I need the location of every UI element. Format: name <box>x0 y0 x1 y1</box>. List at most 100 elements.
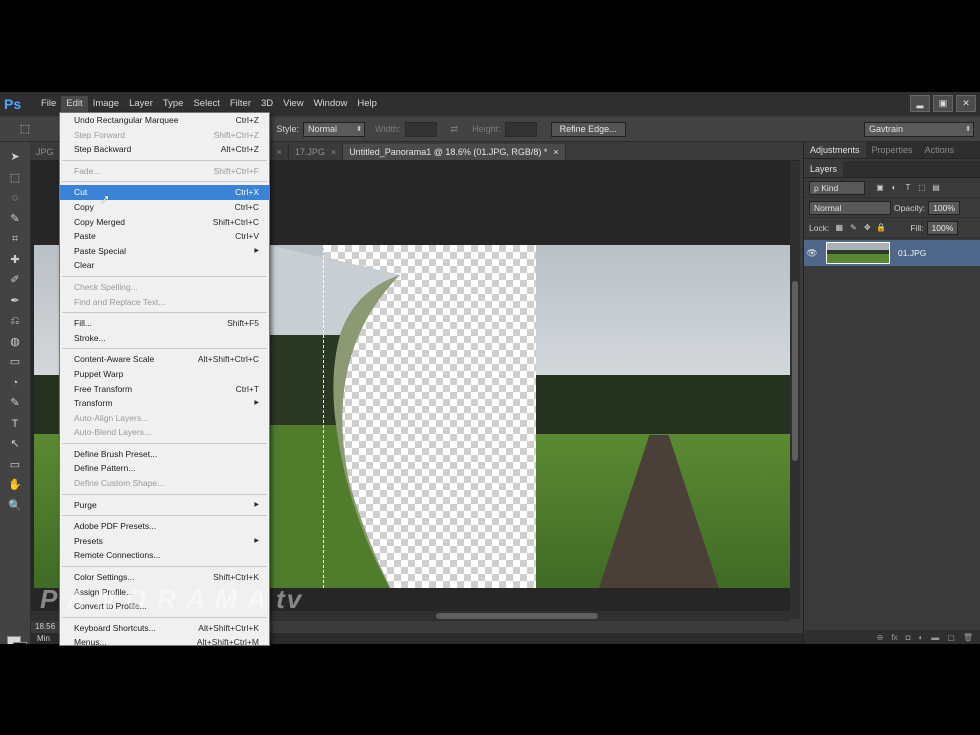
menu-item-content-aware-scale[interactable]: Content-Aware Scale Alt+Shift+Ctrl+C <box>60 352 269 367</box>
menu-item-undo-rectangular-marquee[interactable]: Undo Rectangular Marquee Ctrl+Z <box>60 113 269 128</box>
menu-item-keyboard-shortcuts[interactable]: Keyboard Shortcuts... Alt+Shift+Ctrl+K <box>60 621 269 636</box>
opacity-input[interactable]: 100% <box>928 200 960 215</box>
refine-edge-button[interactable]: Refine Edge... <box>550 121 626 137</box>
swap-icon[interactable]: ⇄ <box>451 124 459 135</box>
crop-tool-icon[interactable]: ⌗ <box>8 232 22 246</box>
tab-close-icon[interactable]: × <box>331 147 336 157</box>
blur-tool-icon[interactable]: ✎ <box>8 396 22 410</box>
smart-object-filter-icon[interactable]: ▤ <box>931 183 941 193</box>
gradient-tool-icon[interactable]: ◔ <box>8 376 22 390</box>
zoom-readout[interactable]: 18.56 <box>35 622 55 631</box>
menu-item-clear[interactable]: Clear <box>60 258 269 273</box>
eye-icon[interactable]: 👁 <box>804 248 820 259</box>
new-layer-icon[interactable]: ▢ <box>947 633 955 642</box>
path-selection-tool-icon[interactable]: ✋ <box>8 478 22 492</box>
adjustment-filter-icon[interactable]: ◐ <box>889 183 899 193</box>
group-icon[interactable]: ▬ <box>931 633 939 642</box>
menu-help[interactable]: Help <box>352 96 382 112</box>
layer-row[interactable]: 👁 01.JPG <box>804 240 980 266</box>
menu-item-paste-special[interactable]: Paste Special ▶ <box>60 244 269 259</box>
menu-select[interactable]: Select <box>188 96 224 112</box>
lock-pixels-icon[interactable]: ✎ <box>848 223 858 233</box>
menu-item-menus[interactable]: Menus... Alt+Shift+Ctrl+M <box>60 635 269 645</box>
menu-view[interactable]: View <box>278 96 308 112</box>
tab-close-icon[interactable]: × <box>553 147 558 157</box>
doc-tab[interactable]: 17.JPG × <box>289 144 344 160</box>
menu-item-step-backward[interactable]: Step Backward Alt+Ctrl+Z <box>60 142 269 157</box>
menu-item-cut[interactable]: Cut Ctrl+X <box>60 185 269 200</box>
vertical-scroll-thumb[interactable] <box>792 281 798 461</box>
menu-item-define-brush-preset[interactable]: Define Brush Preset... <box>60 447 269 462</box>
doc-tab[interactable]: Untitled_Panorama1 @ 18.6% (01.JPG, RGB/… <box>343 144 566 160</box>
tab-properties[interactable]: Properties <box>866 142 919 158</box>
horizontal-scroll-thumb[interactable] <box>436 613 598 619</box>
move-tool-icon[interactable]: ➤ <box>8 150 22 164</box>
brush-tool-icon[interactable]: ✒ <box>8 294 22 308</box>
menu-type[interactable]: Type <box>158 96 189 112</box>
pen-tool-icon[interactable]: ↖ <box>8 437 22 451</box>
menu-file[interactable]: File <box>36 96 61 112</box>
menu-edit[interactable]: Edit <box>61 96 88 112</box>
menu-item-presets[interactable]: Presets ▶ <box>60 534 269 549</box>
lasso-tool-icon[interactable]: ◌ <box>8 191 22 205</box>
tab-actions[interactable]: Actions <box>919 142 961 158</box>
menu-item-copy[interactable]: Copy Ctrl+C <box>60 200 269 215</box>
menu-item-shortcut: Alt+Shift+Ctrl+C <box>197 354 259 365</box>
kind-filter-select[interactable]: ρ Kind <box>809 180 865 195</box>
menu-image[interactable]: Image <box>88 96 124 112</box>
eraser-tool-icon[interactable]: ▭ <box>8 355 22 369</box>
history-brush-tool-icon[interactable]: ◍ <box>8 335 22 349</box>
menu-item-transform[interactable]: Transform ▶ <box>60 396 269 411</box>
rectangle-tool-icon[interactable]: 🔍 <box>8 499 22 513</box>
menu-item-fill[interactable]: Fill... Shift+F5 <box>60 316 269 331</box>
fill-input[interactable]: 100% <box>926 220 959 235</box>
menu-item-puppet-warp[interactable]: Puppet Warp <box>60 367 269 382</box>
menu-filter[interactable]: Filter <box>225 96 256 112</box>
menu-layer[interactable]: Layer <box>124 96 158 112</box>
menu-item-define-pattern[interactable]: Define Pattern... <box>60 461 269 476</box>
type-tool-icon[interactable]: ▭ <box>8 458 22 472</box>
pixel-filter-icon[interactable]: ▣ <box>875 183 885 193</box>
workspace-select[interactable]: Gavtrain <box>864 122 974 137</box>
menu-window[interactable]: Window <box>309 96 353 112</box>
type-filter-icon[interactable]: T <box>903 183 913 193</box>
layers-panel-footer: ⊖ fx ◘ ◐ ▬ ▢ 🗑 <box>804 630 980 644</box>
menu-item-color-settings[interactable]: Color Settings... Shift+Ctrl+K <box>60 570 269 585</box>
fx-icon[interactable]: fx <box>891 633 897 642</box>
height-input[interactable] <box>504 121 537 137</box>
trash-icon[interactable]: 🗑 <box>963 633 973 642</box>
dodge-tool-icon[interactable]: T <box>8 417 22 431</box>
menu-item-adobe-pdf-presets[interactable]: Adobe PDF Presets... <box>60 519 269 534</box>
spot-healing-tool-icon[interactable]: ✐ <box>8 273 22 287</box>
lock-transparent-icon[interactable]: ▦ <box>834 223 844 233</box>
vertical-scrollbar[interactable] <box>790 161 800 619</box>
menu-item-paste[interactable]: Paste Ctrl+V <box>60 229 269 244</box>
menu-item-purge[interactable]: Purge ▶ <box>60 498 269 513</box>
add-mask-icon[interactable]: ◘ <box>906 633 911 642</box>
menu-item-stroke[interactable]: Stroke... <box>60 331 269 346</box>
clone-stamp-tool-icon[interactable]: ⎌ <box>8 314 22 328</box>
width-input[interactable] <box>404 121 437 137</box>
menu-item-remote-connections[interactable]: Remote Connections... <box>60 548 269 563</box>
lock-position-icon[interactable]: ✥ <box>862 223 872 233</box>
tab-layers[interactable]: Layers <box>804 161 844 177</box>
adjustment-layer-icon[interactable]: ◐ <box>918 633 923 642</box>
menu-3d[interactable]: 3D <box>256 96 278 112</box>
link-layers-icon[interactable]: ⊖ <box>877 633 884 642</box>
close-button[interactable]: ✕ <box>956 95 976 112</box>
menu-item-copy-merged[interactable]: Copy Merged Shift+Ctrl+C <box>60 215 269 230</box>
shape-filter-icon[interactable]: ⬚ <box>917 183 927 193</box>
menu-item-free-transform[interactable]: Free Transform Ctrl+T <box>60 382 269 397</box>
blend-mode-select[interactable]: Normal <box>809 200 891 215</box>
tab-adjustments[interactable]: Adjustments <box>804 142 866 158</box>
quick-selection-tool-icon[interactable]: ✎ <box>8 212 22 226</box>
style-select[interactable]: Normal <box>303 121 366 137</box>
tab-close-icon[interactable]: × <box>277 147 282 157</box>
maximize-button[interactable]: ▣ <box>933 95 953 112</box>
rectangular-marquee-tool-icon[interactable]: ⬚ <box>8 171 22 185</box>
background-color-swatch[interactable] <box>13 642 27 644</box>
marquee-tool-preset-icon[interactable]: ⬚ <box>18 122 32 136</box>
eyedropper-tool-icon[interactable]: ✚ <box>8 253 22 267</box>
minimize-button[interactable]: ▂ <box>910 95 930 112</box>
lock-all-icon[interactable]: 🔒 <box>876 223 886 233</box>
